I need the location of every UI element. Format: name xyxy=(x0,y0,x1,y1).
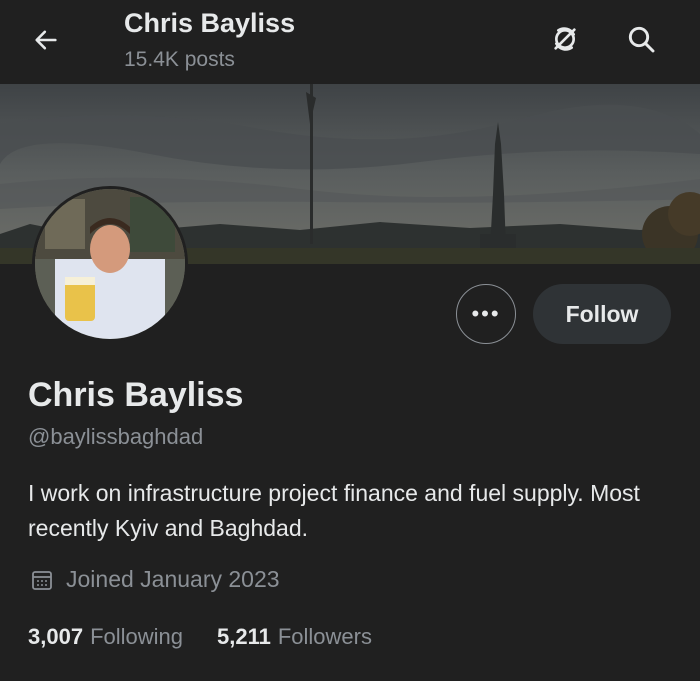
avatar-photo xyxy=(35,189,185,339)
profile-bio: I work on infrastructure project finance… xyxy=(28,480,640,541)
joined-text: Joined January 2023 xyxy=(66,566,280,592)
calendar-icon xyxy=(30,568,54,592)
profile-handle: @baylissbaghdad xyxy=(28,424,204,449)
profile-name: Chris Bayliss xyxy=(28,376,244,414)
mute-icon xyxy=(554,27,576,51)
avatar[interactable] xyxy=(32,186,188,342)
more-options-button[interactable]: ••• xyxy=(456,284,516,344)
following-count: 3,007 xyxy=(28,624,84,649)
following-link[interactable]: 3,007 Following xyxy=(28,624,183,650)
mute-button[interactable] xyxy=(546,20,584,58)
following-label: Following xyxy=(90,624,183,649)
search-button[interactable] xyxy=(622,20,660,58)
followers-link[interactable]: 5,211 Followers xyxy=(217,624,372,650)
header-posts-count: 15.4K posts xyxy=(124,48,235,71)
header-title: Chris Bayliss xyxy=(124,8,296,38)
back-button[interactable] xyxy=(28,22,64,58)
followers-count: 5,211 xyxy=(217,624,271,649)
follow-button[interactable]: Follow xyxy=(533,284,671,344)
joined-date: Joined January 2023 xyxy=(30,566,280,593)
back-arrow-icon xyxy=(35,30,57,50)
search-icon xyxy=(628,26,655,53)
follow-stats: 3,007 Following 5,211 Followers xyxy=(28,624,406,650)
top-bar: Chris Bayliss 15.4K posts xyxy=(0,0,700,84)
followers-label: Followers xyxy=(277,624,372,649)
